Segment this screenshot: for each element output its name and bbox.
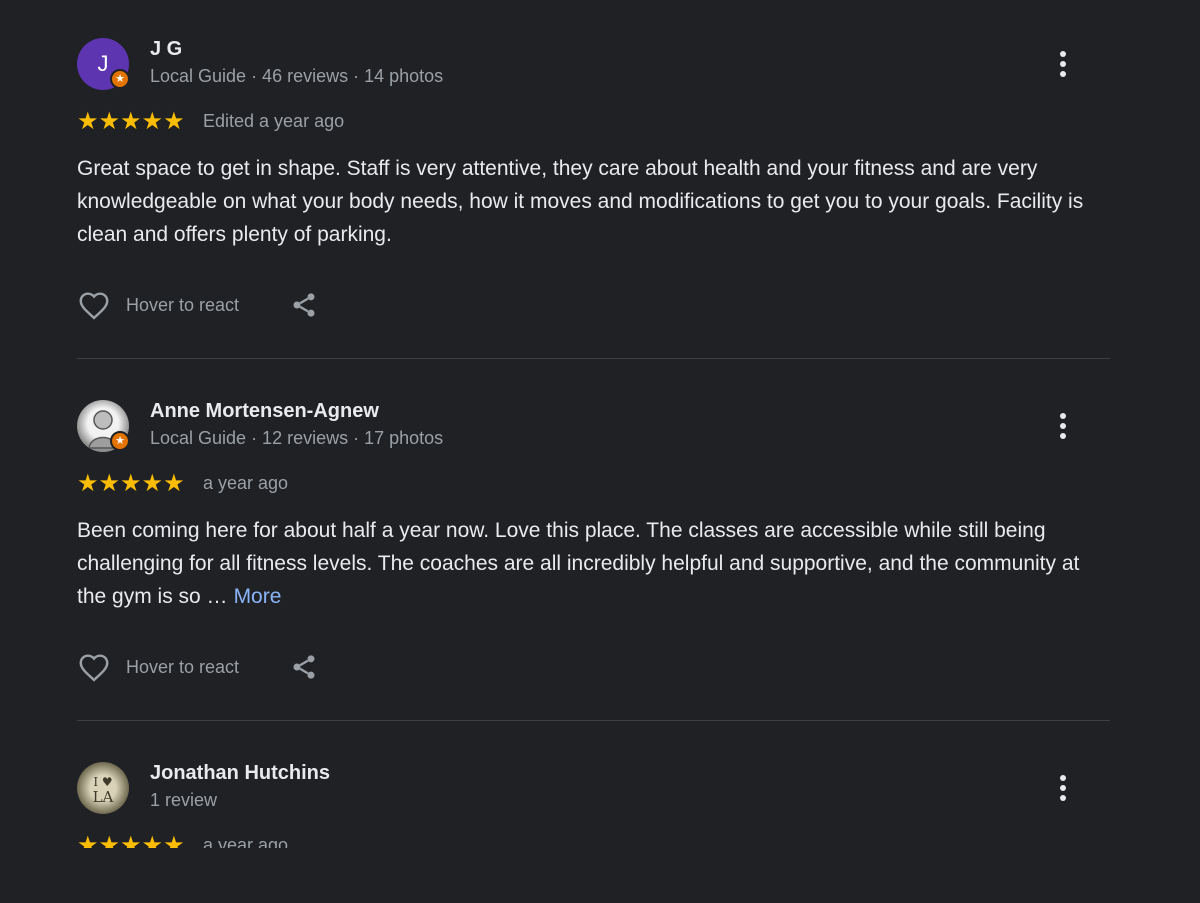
reviewer-name[interactable]: Anne Mortensen-Agnew	[150, 400, 379, 423]
review-actions: Hover to react	[77, 650, 319, 684]
avatar-letter: J	[97, 51, 109, 76]
more-link[interactable]: More	[234, 585, 282, 608]
react-label[interactable]: Hover to react	[126, 657, 239, 678]
reviewer-name[interactable]: J G	[150, 38, 182, 61]
share-icon[interactable]	[289, 290, 319, 320]
review-time: a year ago	[203, 473, 289, 493]
react-label[interactable]: Hover to react	[126, 295, 239, 316]
more-options-icon[interactable]	[1052, 411, 1074, 441]
svg-text:LA: LA	[93, 788, 114, 806]
local-guide-badge-icon: ★	[110, 431, 130, 451]
review-actions: Hover to react	[77, 288, 319, 322]
reviewer-meta[interactable]: Local Guide · 12 reviews · 17 photos	[150, 428, 443, 449]
star-rating: ★★★★★	[77, 470, 185, 497]
review-text-body: Been coming here for about half a year n…	[77, 519, 1080, 608]
star-rating: ★★★★★	[77, 108, 185, 135]
reviewer-meta[interactable]: 1 review	[150, 790, 217, 811]
divider	[77, 720, 1110, 721]
reviews-list: J ★ J G Local Guide · 46 reviews · 14 ph…	[0, 0, 1200, 848]
star-rating: ★★★★★	[77, 832, 185, 848]
share-icon[interactable]	[289, 652, 319, 682]
reviewer-meta[interactable]: Local Guide · 46 reviews · 14 photos	[150, 66, 443, 87]
svg-text:I ♥: I ♥	[93, 775, 112, 789]
local-guide-badge-icon: ★	[110, 69, 130, 89]
review-text: Been coming here for about half a year n…	[77, 514, 1087, 613]
reviewer-name[interactable]: Jonathan Hutchins	[150, 762, 330, 785]
avatar[interactable]: I ♥ LA	[77, 762, 129, 814]
review-time: a year ago	[203, 835, 289, 848]
review-time: Edited a year ago	[203, 111, 345, 131]
divider	[77, 358, 1110, 359]
heart-icon[interactable]	[77, 651, 111, 683]
more-options-icon[interactable]	[1052, 773, 1074, 803]
heart-icon[interactable]	[77, 289, 111, 321]
review-text: Great space to get in shape. Staff is ve…	[77, 157, 1084, 246]
more-options-icon[interactable]	[1052, 49, 1074, 79]
